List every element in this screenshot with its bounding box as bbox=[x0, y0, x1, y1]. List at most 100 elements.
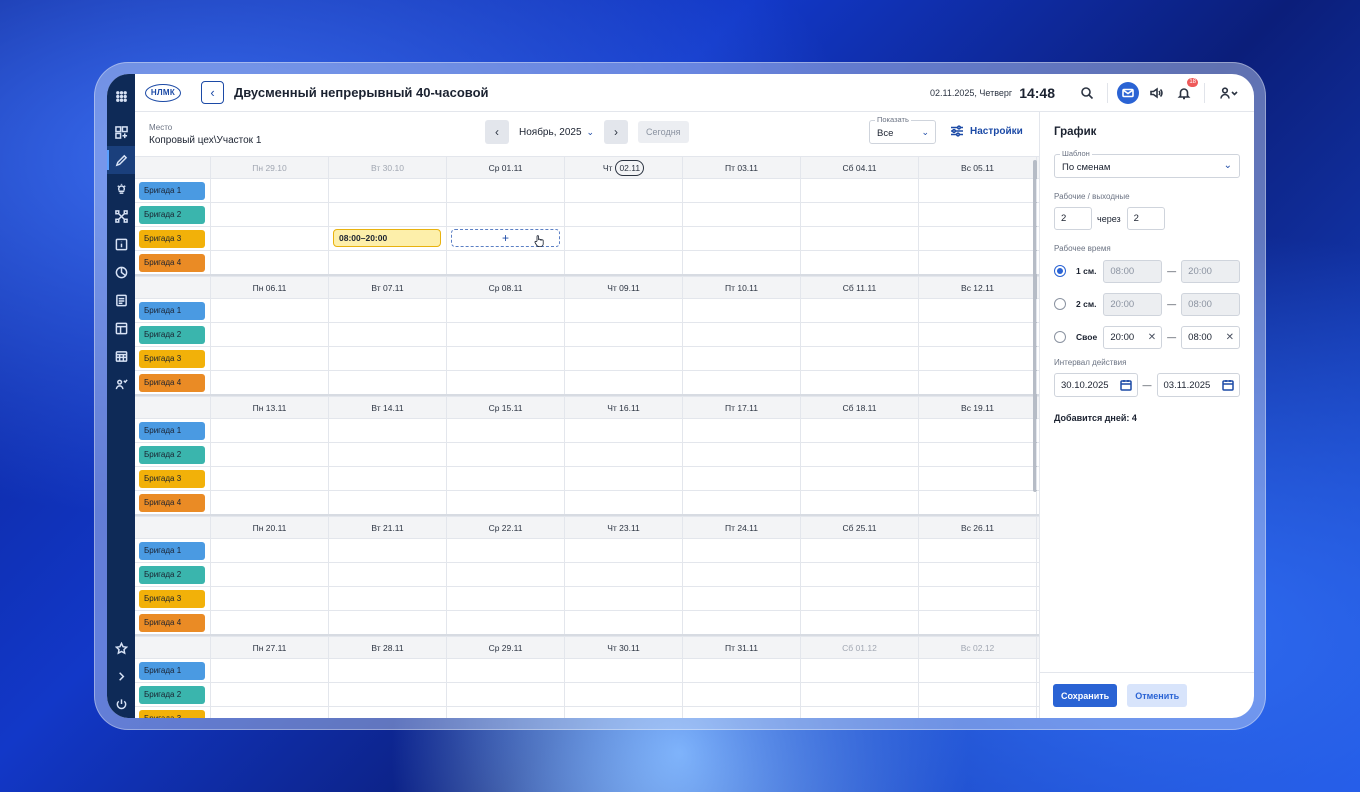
add-shift-button[interactable]: + bbox=[451, 229, 560, 247]
schedule-cell[interactable] bbox=[801, 707, 919, 718]
schedule-cell[interactable] bbox=[801, 179, 919, 202]
show-filter-select[interactable]: Показать Все ⌄ bbox=[869, 115, 936, 144]
shift-from-input[interactable]: 20:00 bbox=[1103, 292, 1163, 316]
schedule-cell[interactable] bbox=[801, 323, 919, 346]
schedule-cell[interactable] bbox=[683, 707, 801, 718]
shift-from-input[interactable]: 20:00 ✕ bbox=[1103, 325, 1163, 349]
schedule-cell[interactable] bbox=[447, 467, 565, 490]
schedule-cell[interactable] bbox=[683, 203, 801, 226]
shift-radio[interactable] bbox=[1054, 265, 1066, 277]
work-days-input[interactable]: 2 bbox=[1054, 207, 1092, 230]
network-icon[interactable] bbox=[107, 202, 135, 230]
schedule-cell[interactable] bbox=[447, 443, 565, 466]
power-icon[interactable] bbox=[107, 690, 135, 718]
interval-to-input[interactable]: 03.11.2025 bbox=[1156, 373, 1240, 397]
schedule-cell[interactable] bbox=[447, 299, 565, 322]
team-label[interactable]: Бригада 3 bbox=[139, 229, 205, 248]
schedule-cell[interactable] bbox=[211, 467, 329, 490]
schedule-cell[interactable] bbox=[919, 323, 1037, 346]
schedule-cell[interactable] bbox=[447, 587, 565, 610]
schedule-cell[interactable] bbox=[447, 683, 565, 706]
info-icon[interactable] bbox=[107, 230, 135, 258]
schedule-cell[interactable] bbox=[447, 323, 565, 346]
schedule-cell[interactable] bbox=[211, 659, 329, 682]
schedule-cell[interactable] bbox=[565, 347, 683, 370]
schedule-cell[interactable] bbox=[211, 491, 329, 514]
team-label[interactable]: Бригада 1 bbox=[139, 541, 205, 560]
dashboard-add-icon[interactable] bbox=[107, 118, 135, 146]
schedule-cell[interactable] bbox=[919, 491, 1037, 514]
schedule-cell[interactable] bbox=[211, 347, 329, 370]
schedule-cell[interactable] bbox=[211, 443, 329, 466]
schedule-cell[interactable] bbox=[683, 563, 801, 586]
schedule-cell[interactable] bbox=[683, 371, 801, 394]
shift-to-input[interactable]: 20:00 bbox=[1181, 259, 1240, 283]
schedule-cell[interactable] bbox=[211, 227, 329, 250]
schedule-cell[interactable] bbox=[801, 419, 919, 442]
schedule-cell[interactable] bbox=[919, 299, 1037, 322]
schedule-cell[interactable] bbox=[211, 179, 329, 202]
bell-icon[interactable]: 18 bbox=[1173, 78, 1198, 104]
schedule-cell[interactable] bbox=[919, 611, 1037, 634]
schedule-cell[interactable] bbox=[329, 491, 447, 514]
schedule-cell[interactable]: 08:00–20:00 bbox=[329, 227, 447, 250]
schedule-cell[interactable] bbox=[565, 371, 683, 394]
schedule-cell[interactable] bbox=[447, 563, 565, 586]
schedule-cell[interactable] bbox=[683, 323, 801, 346]
schedule-cell[interactable] bbox=[329, 611, 447, 634]
schedule-cell[interactable] bbox=[919, 659, 1037, 682]
team-label[interactable]: Бригада 3 bbox=[139, 709, 205, 718]
schedule-cell[interactable] bbox=[329, 563, 447, 586]
schedule-cell[interactable] bbox=[329, 707, 447, 718]
schedule-cell[interactable] bbox=[683, 347, 801, 370]
schedule-cell[interactable] bbox=[683, 683, 801, 706]
team-label[interactable]: Бригада 1 bbox=[139, 301, 205, 320]
schedule-cell[interactable] bbox=[801, 251, 919, 274]
schedule-cell[interactable] bbox=[447, 203, 565, 226]
chart-pie-icon[interactable] bbox=[107, 258, 135, 286]
schedule-cell[interactable] bbox=[329, 419, 447, 442]
schedule-cell[interactable] bbox=[329, 587, 447, 610]
month-selector[interactable]: Ноябрь, 2025 ⌄ bbox=[519, 127, 594, 138]
schedule-cell[interactable] bbox=[919, 347, 1037, 370]
schedule-cell[interactable] bbox=[919, 203, 1037, 226]
back-button[interactable]: ‹ bbox=[201, 81, 224, 104]
schedule-cell[interactable] bbox=[919, 683, 1037, 706]
shift-radio[interactable] bbox=[1054, 298, 1066, 310]
template-select[interactable]: Шаблон По сменам ⌄ bbox=[1054, 149, 1240, 178]
apps-grid-icon[interactable] bbox=[107, 82, 135, 110]
schedule-cell[interactable] bbox=[447, 179, 565, 202]
schedule-cell[interactable] bbox=[801, 347, 919, 370]
schedule-cell[interactable] bbox=[565, 179, 683, 202]
schedule-cell[interactable] bbox=[565, 251, 683, 274]
star-icon[interactable] bbox=[107, 634, 135, 662]
team-label[interactable]: Бригада 4 bbox=[139, 373, 205, 392]
calendar-icon[interactable] bbox=[1119, 379, 1132, 391]
schedule-cell[interactable] bbox=[683, 443, 801, 466]
team-label[interactable]: Бригада 4 bbox=[139, 253, 205, 272]
schedule-cell[interactable] bbox=[683, 467, 801, 490]
schedule-cell[interactable] bbox=[919, 587, 1037, 610]
off-days-input[interactable]: 2 bbox=[1126, 207, 1165, 230]
schedule-cell[interactable] bbox=[565, 299, 683, 322]
schedule-cell[interactable] bbox=[565, 443, 683, 466]
shift-radio[interactable] bbox=[1054, 331, 1066, 343]
schedule-cell[interactable] bbox=[683, 251, 801, 274]
schedule-cell[interactable] bbox=[447, 707, 565, 718]
schedule-cell[interactable] bbox=[329, 203, 447, 226]
schedule-cell[interactable] bbox=[919, 467, 1037, 490]
schedule-cell[interactable] bbox=[565, 491, 683, 514]
shift-chip[interactable]: 08:00–20:00 bbox=[333, 229, 441, 247]
schedule-cell[interactable] bbox=[565, 227, 683, 250]
today-button[interactable]: Сегодня bbox=[638, 121, 689, 143]
edit-pencil-icon[interactable] bbox=[107, 146, 135, 174]
expand-chevron-icon[interactable] bbox=[107, 662, 135, 690]
clear-icon[interactable]: ✕ bbox=[1148, 332, 1156, 343]
schedule-cell[interactable] bbox=[329, 371, 447, 394]
mail-icon[interactable] bbox=[1117, 82, 1139, 104]
schedule-cell[interactable] bbox=[683, 299, 801, 322]
prev-month-button[interactable]: ‹ bbox=[485, 120, 509, 144]
schedule-cell[interactable] bbox=[683, 611, 801, 634]
schedule-cell[interactable] bbox=[801, 203, 919, 226]
schedule-cell[interactable] bbox=[801, 539, 919, 562]
